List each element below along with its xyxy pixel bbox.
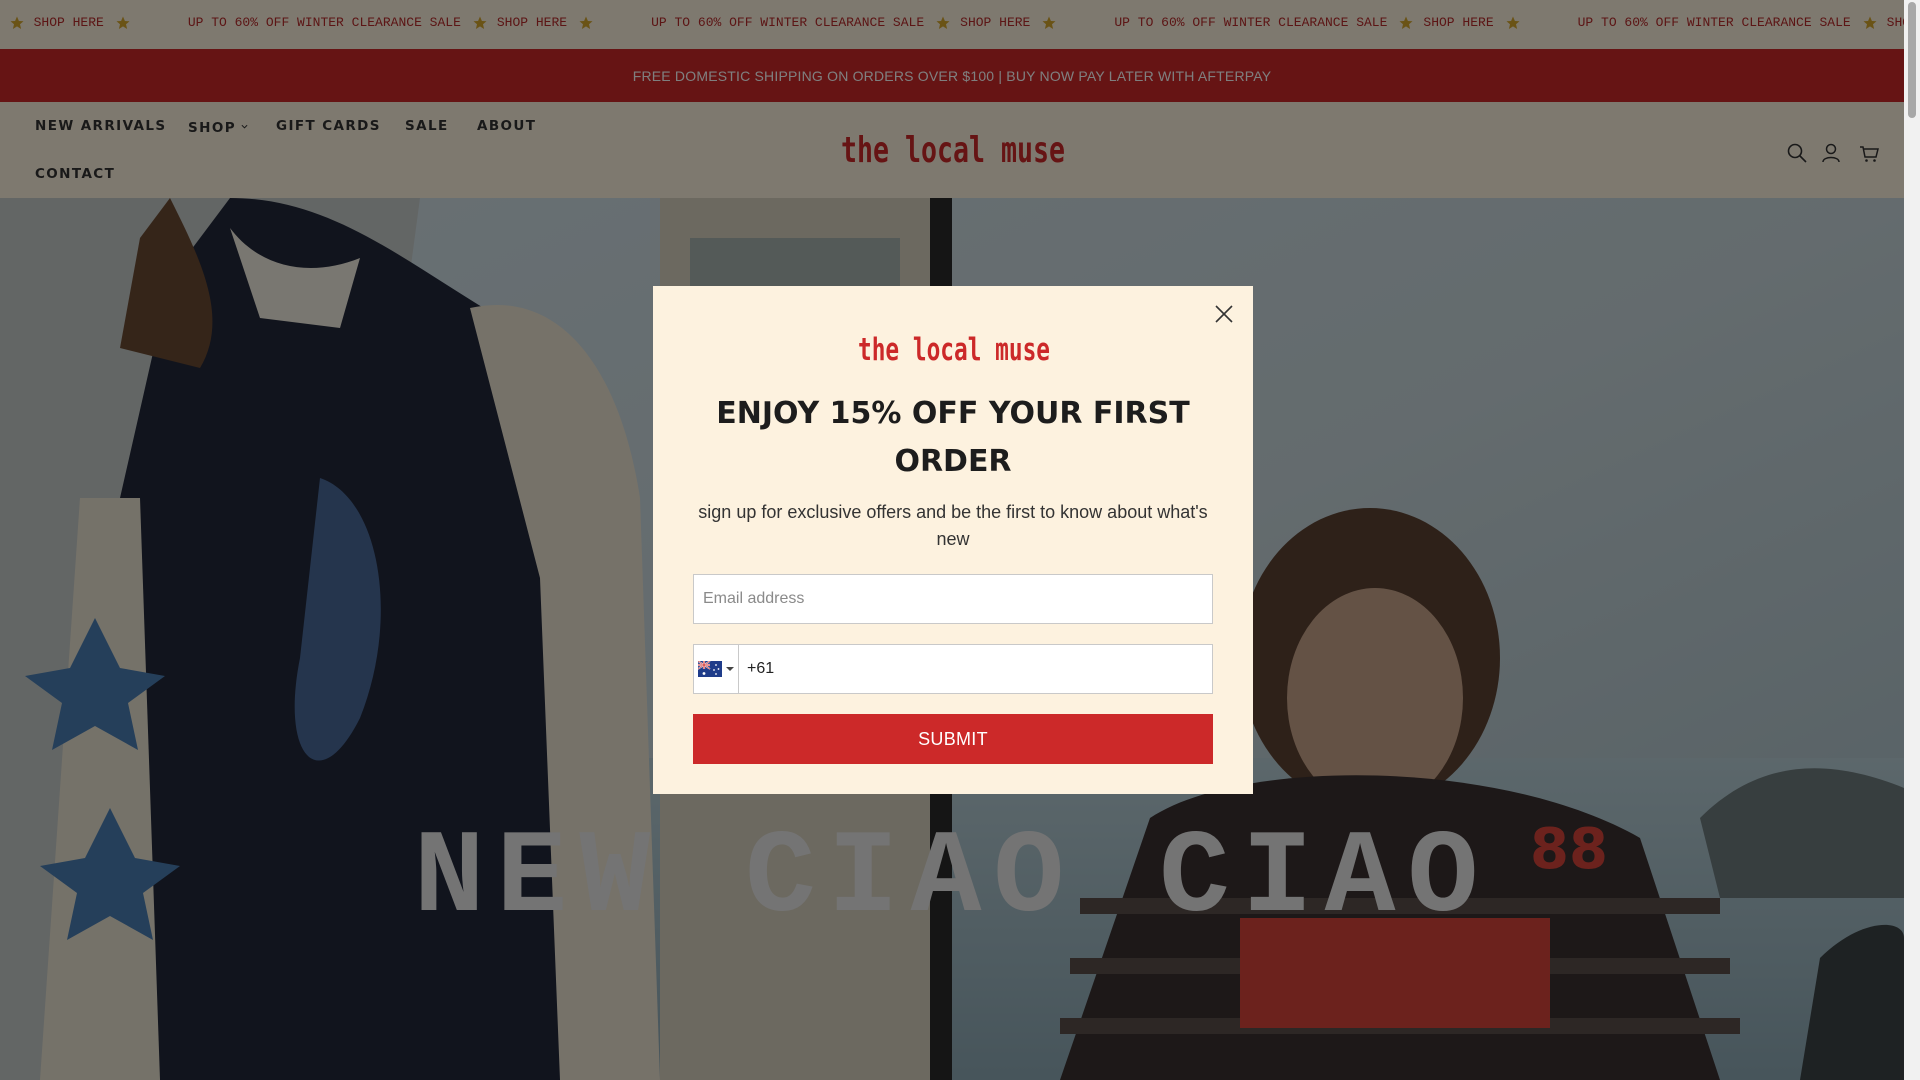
email-field[interactable] bbox=[693, 574, 1213, 624]
scrollbar-thumb[interactable] bbox=[1908, 2, 1916, 118]
popup-logo-text: the local muse bbox=[858, 332, 1050, 368]
page-scrollbar[interactable] bbox=[1904, 0, 1920, 1080]
popup-title: ENJOY 15% OFF YOUR FIRST ORDER bbox=[716, 396, 1190, 479]
australia-flag-icon bbox=[698, 661, 722, 677]
close-icon[interactable] bbox=[1208, 298, 1240, 330]
country-code-select[interactable] bbox=[694, 645, 739, 693]
submit-button[interactable]: SUBMIT bbox=[693, 714, 1213, 764]
chevron-down-icon bbox=[726, 667, 734, 671]
popup-logo: the local muse bbox=[856, 330, 1052, 368]
phone-input[interactable] bbox=[739, 645, 1212, 693]
phone-field bbox=[693, 644, 1213, 694]
popup-subtitle: sign up for exclusive offers and be the … bbox=[698, 502, 1208, 549]
signup-popup: the local muse ENJOY 15% OFF YOUR FIRST … bbox=[653, 286, 1253, 794]
